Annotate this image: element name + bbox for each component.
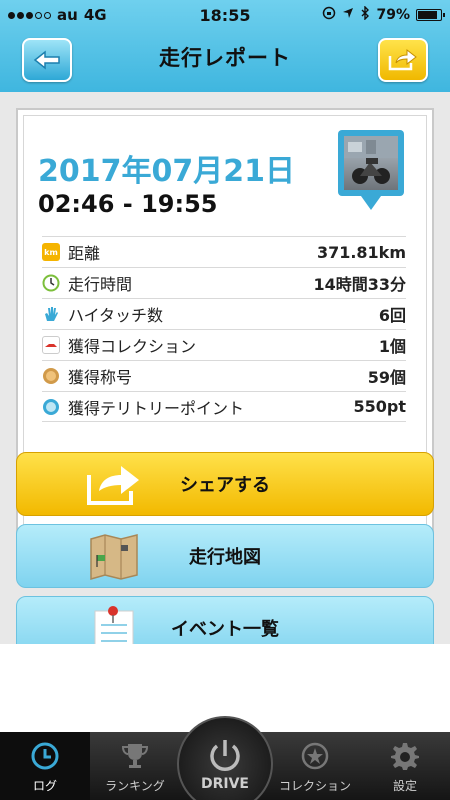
bluetooth-icon xyxy=(360,5,370,24)
gear-icon xyxy=(390,741,420,771)
tab-settings[interactable]: 設定 xyxy=(360,732,450,800)
stats-list: km 距離 371.81km 走行時間 14時間33分 ハイタッチ数 6回 獲得… xyxy=(42,236,406,422)
stat-row: 獲得テリトリーポイント 550pt xyxy=(42,391,406,422)
location-icon xyxy=(342,7,354,23)
route-map-button[interactable]: 走行地図 xyxy=(16,524,434,588)
report-content[interactable]: 2017年07月21日 02:46 - 19:55 km 距離 371.81km… xyxy=(0,92,450,644)
trophy-icon xyxy=(120,741,150,771)
power-icon xyxy=(210,740,240,771)
stat-row: ハイタッチ数 6回 xyxy=(42,298,406,329)
motorcycle-photo xyxy=(344,136,398,190)
tab-log[interactable]: ログ xyxy=(0,732,90,800)
event-list-button[interactable]: イベント一覧 xyxy=(16,596,434,644)
log-clock-icon xyxy=(30,741,60,771)
battery-icon xyxy=(416,9,445,21)
nav-bar: 走行レポート xyxy=(0,30,450,92)
card-icon xyxy=(42,336,60,354)
photo-pin[interactable] xyxy=(338,130,404,212)
share-arrow-icon xyxy=(388,48,417,71)
hand-icon xyxy=(42,305,60,323)
stat-row: 獲得コレクション 1個 xyxy=(42,329,406,360)
report-date: 2017年07月21日 xyxy=(38,154,295,189)
star-badge-icon xyxy=(300,741,330,771)
drive-button[interactable]: DRIVE xyxy=(177,716,273,800)
carrier-label: au xyxy=(57,6,78,24)
spot-icon xyxy=(42,397,60,416)
report-time-range: 02:46 - 19:55 xyxy=(38,190,218,218)
network-label: 4G xyxy=(83,6,107,24)
lock-rotation-icon xyxy=(322,6,336,24)
km-icon: km xyxy=(42,243,60,261)
tab-collection[interactable]: コレクション xyxy=(270,732,360,800)
stat-row: km 距離 371.81km xyxy=(42,236,406,267)
medal-icon xyxy=(42,367,60,385)
share-nav-button[interactable] xyxy=(378,38,428,82)
stat-row: 獲得称号 59個 xyxy=(42,360,406,391)
top-bar: au 4G 18:55 79% 走行レポート xyxy=(0,0,450,92)
tab-ranking[interactable]: ランキング xyxy=(90,732,180,800)
clock-icon xyxy=(42,274,60,292)
status-bar: au 4G 18:55 79% xyxy=(0,0,450,30)
signal-strength-icon xyxy=(8,11,51,19)
share-button[interactable]: シェアする xyxy=(16,452,434,516)
clock: 18:55 xyxy=(199,5,251,25)
stat-row: 走行時間 14時間33分 xyxy=(42,267,406,298)
battery-percent: 79% xyxy=(376,7,410,23)
